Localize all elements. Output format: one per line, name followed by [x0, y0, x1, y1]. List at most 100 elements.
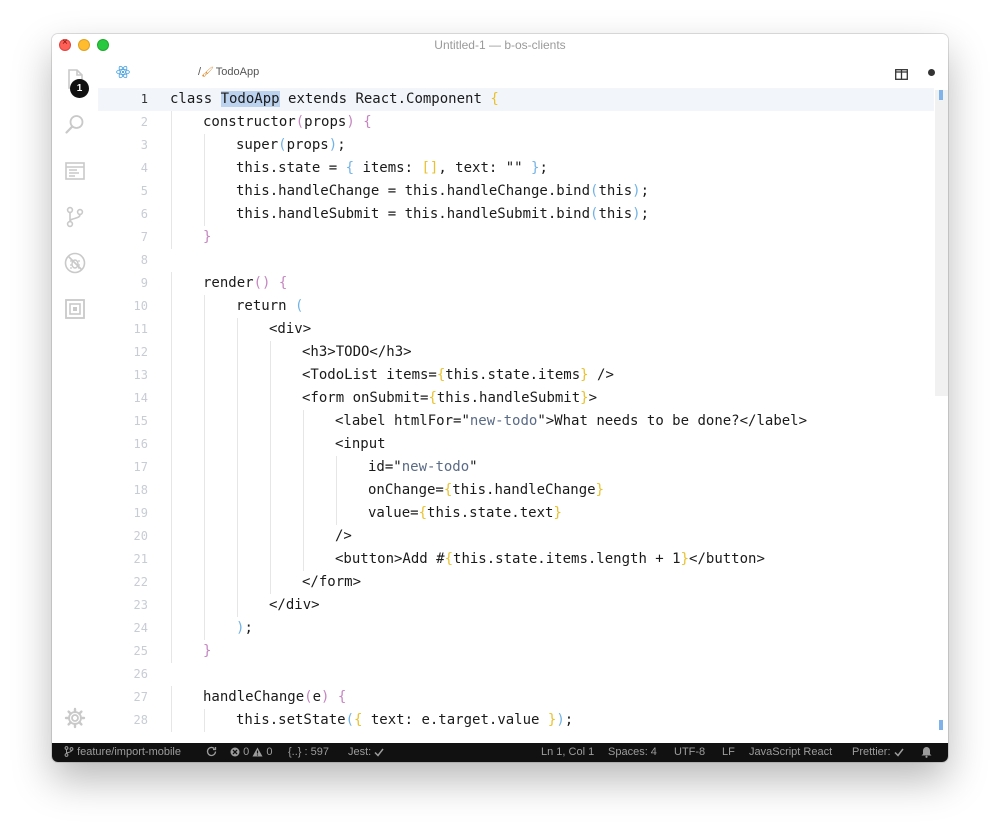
notifications-bell-icon[interactable]: [921, 746, 932, 759]
code-text: super(props);: [236, 134, 346, 157]
code-line[interactable]: 19 value={this.state.text}: [98, 502, 934, 525]
cursor-position[interactable]: Ln 1, Col 1: [541, 746, 594, 758]
code-line[interactable]: 4 this.state = { items: [], text: "" };: [98, 157, 934, 180]
indent-guide: [336, 502, 337, 525]
code-token: </button>: [689, 551, 765, 567]
gear-icon[interactable]: [64, 707, 86, 729]
code-token: value=: [368, 505, 419, 521]
indent-guide: [204, 134, 205, 157]
code-line[interactable]: 1 class TodoApp extends React.Component {: [98, 88, 934, 111]
split-editor-icon[interactable]: [895, 67, 908, 80]
tab-todoapp[interactable]: /🖌 TodoApp: [198, 66, 259, 78]
code-line[interactable]: 18 onChange={this.handleChange}: [98, 479, 934, 502]
indent-guide: [270, 364, 271, 387]
code-line[interactable]: 15 <label htmlFor="new-todo">What needs t…: [98, 410, 934, 433]
preview-icon[interactable]: [64, 160, 86, 182]
code-line[interactable]: 23 </div>: [98, 594, 934, 617]
indent-guide: [204, 364, 205, 387]
code-token: <button>Add #: [335, 551, 445, 567]
code-line[interactable]: 12 <h3>TODO</h3>: [98, 341, 934, 364]
debug-icon[interactable]: [64, 252, 86, 274]
code-token: }: [595, 482, 605, 498]
code-line[interactable]: 6 this.handleSubmit = this.handleSubmit.b…: [98, 203, 934, 226]
scrollbar-thumb[interactable]: [935, 90, 948, 396]
line-number: 20: [133, 529, 148, 543]
branch-status[interactable]: feature/import-mobile: [64, 746, 181, 758]
code-token: new-todo: [401, 459, 470, 475]
indent-guide: [270, 548, 271, 571]
indent-guide: [171, 571, 172, 594]
extensions-icon[interactable]: [64, 298, 86, 320]
code-token: onChange=: [368, 482, 444, 498]
code-line[interactable]: 3 super(props);: [98, 134, 934, 157]
code-line[interactable]: 27 handleChange(e) {: [98, 686, 934, 709]
search-icon[interactable]: [64, 113, 86, 135]
language-mode[interactable]: JavaScript React: [749, 746, 832, 758]
line-number: 11: [133, 322, 148, 336]
indent-guide: [171, 502, 172, 525]
jest-status[interactable]: Jest:: [348, 746, 384, 758]
code-line[interactable]: 28 this.setState({ text: e.target.value }…: [98, 709, 934, 732]
indent-guide: [303, 502, 304, 525]
indent-guide: [204, 594, 205, 617]
indent-guide: [171, 295, 172, 318]
code-token: this: [598, 206, 633, 222]
code-editor[interactable]: 1 class TodoApp extends React.Component {…: [98, 88, 948, 743]
indent-guide: [204, 157, 205, 180]
prettier-status[interactable]: Prettier:: [852, 746, 904, 758]
code-line[interactable]: 20 />: [98, 525, 934, 548]
code-line[interactable]: 14 <form onSubmit={this.handleSubmit}>: [98, 387, 934, 410]
code-text: this.handleChange = this.handleChange.bi…: [236, 180, 649, 203]
line-number: 13: [133, 368, 148, 382]
indent-guide: [171, 709, 172, 732]
code-line[interactable]: 5 this.handleChange = this.handleChange.b…: [98, 180, 934, 203]
indent-guide: [237, 318, 238, 341]
code-line[interactable]: 10 return (: [98, 295, 934, 318]
code-line[interactable]: 24);: [98, 617, 934, 640]
code-line[interactable]: 26: [98, 663, 934, 686]
indent-guide: [204, 709, 205, 732]
problems-status[interactable]: 0 0: [230, 746, 272, 758]
code-line[interactable]: 8: [98, 249, 934, 272]
code-token: this.state.items.length + 1: [453, 551, 681, 567]
line-number: 7: [140, 230, 148, 244]
code-line[interactable]: 22 </form>: [98, 571, 934, 594]
code-line[interactable]: 9 render() {: [98, 272, 934, 295]
sync-icon[interactable]: [206, 746, 217, 758]
code-token: , text:: [438, 160, 506, 176]
code-line[interactable]: 25}: [98, 640, 934, 663]
line-ending[interactable]: LF: [722, 746, 735, 758]
code-line[interactable]: 16 <input: [98, 433, 934, 456]
code-line[interactable]: 2 constructor(props) {: [98, 111, 934, 134]
line-number: 8: [140, 253, 148, 267]
indent-guide: [204, 548, 205, 571]
encoding[interactable]: UTF-8: [674, 746, 705, 758]
line-number: 5: [140, 184, 148, 198]
unsaved-changes-dot[interactable]: [928, 69, 935, 76]
code-text: onChange={this.handleChange}: [368, 479, 604, 502]
window-title: Untitled-1 — b-os-clients: [434, 38, 566, 52]
code-token: super: [236, 137, 279, 153]
indent-guide: [171, 341, 172, 364]
file-type-icon: 🖌: [201, 67, 214, 78]
code-line[interactable]: 7}: [98, 226, 934, 249]
code-token: constructor: [203, 114, 296, 130]
line-number: 2: [140, 115, 148, 129]
code-token: this.handleSubmit = this.handleSubmit.bi…: [236, 206, 591, 222]
code-text: render() {: [203, 272, 287, 295]
code-line[interactable]: 21 <button>Add #{this.state.items.length …: [98, 548, 934, 571]
source-control-icon[interactable]: [64, 206, 86, 228]
indent-guide: [237, 548, 238, 571]
code-token: (: [295, 114, 305, 130]
indentation[interactable]: Spaces: 4: [608, 746, 657, 758]
indent-guide: [171, 226, 172, 249]
code-text: <TodoList items={this.state.items} />: [302, 364, 614, 387]
code-line[interactable]: 11 <div>: [98, 318, 934, 341]
indent-guide: [237, 479, 238, 502]
line-number: 23: [133, 598, 148, 612]
code-token: {: [418, 505, 428, 521]
selected-text: TodoApp: [220, 91, 280, 107]
code-line[interactable]: 17 id="new-todo": [98, 456, 934, 479]
bracket-count[interactable]: {..} : 597: [288, 746, 329, 758]
code-line[interactable]: 13 <TodoList items={this.state.items} />: [98, 364, 934, 387]
